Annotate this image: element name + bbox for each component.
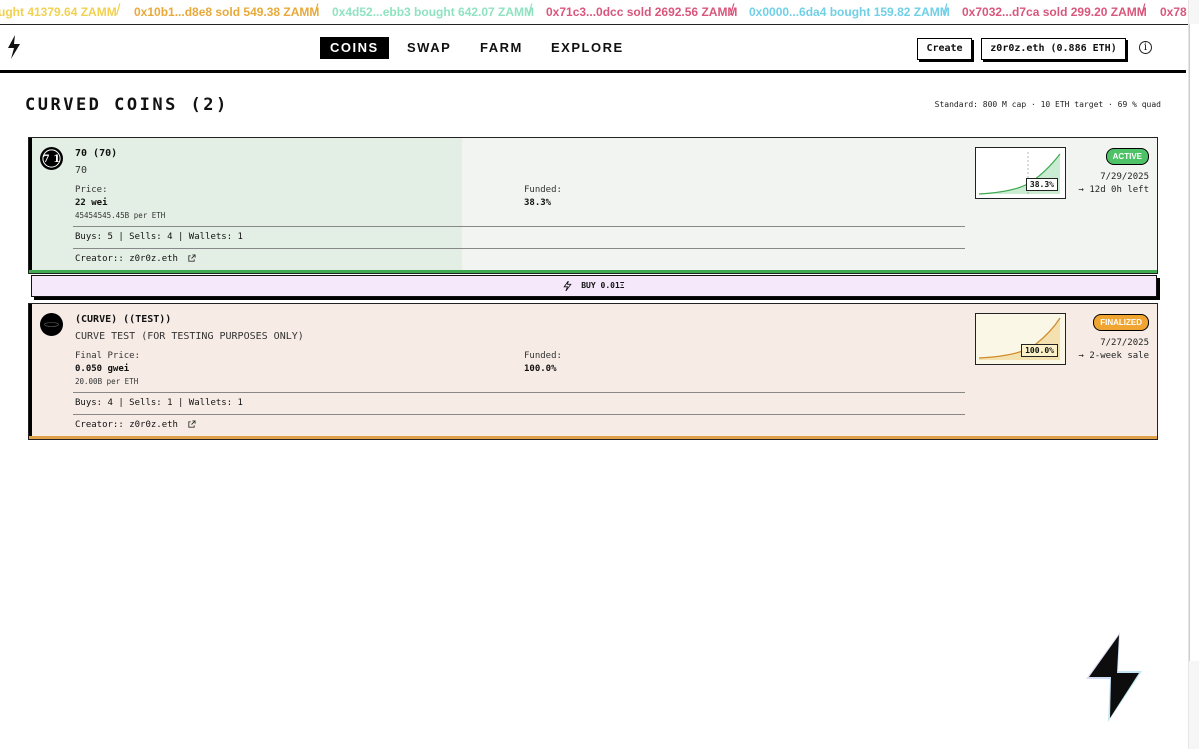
coin-card[interactable]: 7 1 70 (70) 70 Price: 22 wei 45454545.45… — [28, 137, 1158, 274]
external-link-icon[interactable] — [187, 254, 196, 263]
scrollbar-thumb[interactable] — [1189, 24, 1199, 661]
ticker-item: 0x7032...d7ca sold 299.20 ZAMM — [962, 5, 1147, 19]
status-badge: FINALIZED — [1093, 314, 1149, 331]
time-left: → 12d 0h left — [1078, 185, 1149, 195]
external-link-icon[interactable] — [187, 420, 196, 429]
create-button[interactable]: Create — [917, 38, 972, 60]
ticker-item: 0x4d52...ebb3 bought 642.07 ZAMM — [332, 5, 535, 19]
price-value: 22 wei — [75, 198, 108, 208]
creator-link[interactable]: z0r0z.eth — [129, 254, 178, 264]
price-value: 0.050 gwei — [75, 364, 130, 374]
price-label: Price: — [75, 185, 108, 195]
funded-label: Funded: — [524, 185, 562, 195]
ticker-separator: / — [943, 2, 948, 19]
time-left: → 2-week sale — [1078, 351, 1149, 361]
coin-name[interactable]: (CURVE) ((TEST)) — [75, 314, 171, 325]
funded-value: 100.0% — [524, 364, 557, 374]
ticker-item: ught 41379.64 ZAMM — [0, 5, 117, 19]
creator-label: Creator:: — [75, 420, 124, 430]
tab-explore[interactable]: EXPLORE — [551, 37, 624, 59]
bonding-curve-chart: 38.3% — [975, 147, 1066, 199]
chart-percent: 38.3% — [1025, 178, 1058, 191]
status-badge: ACTIVE — [1105, 148, 1149, 165]
card-accent — [29, 138, 32, 273]
price-per-eth: 20.00B per ETH — [75, 377, 139, 386]
ticker-separator: / — [116, 2, 121, 19]
price-label: Final Price: — [75, 351, 141, 361]
divider — [73, 392, 965, 393]
ticker-separator: / — [730, 2, 735, 19]
created-date: 7/29/2025 — [1100, 172, 1149, 182]
ticker-separator: / — [314, 2, 319, 19]
trade-stats: Buys: 5 | Sells: 4 | Wallets: 1 — [75, 232, 243, 242]
creator-row: Creator:: z0r0z.eth — [75, 420, 196, 430]
standard-note: Standard: 800 M cap · 10 ETH target · 69… — [934, 100, 1161, 109]
avatar — [40, 313, 63, 336]
bolt-icon — [563, 280, 573, 291]
buy-button[interactable]: BUY 0.01Ξ — [31, 275, 1157, 297]
coin-description: CURVE TEST (FOR TESTING PURPOSES ONLY) — [75, 331, 304, 342]
ticker-item: 0x0000...6da4 bought 159.82 ZAMM — [749, 5, 950, 19]
coin-name[interactable]: 70 (70) — [75, 148, 117, 159]
decorative-logo — [1086, 632, 1142, 722]
price-per-eth: 45454545.45B per ETH — [75, 211, 166, 220]
card-accent-bottom — [29, 270, 1157, 273]
tab-coins[interactable]: COINS — [320, 37, 389, 59]
funded-label: Funded: — [524, 351, 562, 361]
scrollbar[interactable] — [1188, 0, 1199, 749]
tab-farm[interactable]: FARM — [480, 37, 523, 59]
creator-row: Creator:: z0r0z.eth — [75, 254, 196, 264]
creator-link[interactable]: z0r0z.eth — [129, 420, 178, 430]
avatar: 7 1 — [40, 147, 63, 170]
card-accent — [29, 304, 32, 439]
tab-swap[interactable]: SWAP — [407, 37, 451, 59]
account-button[interactable]: z0r0z.eth (0.886 ETH) — [981, 38, 1126, 60]
creator-label: Creator:: — [75, 254, 124, 264]
funded-value: 38.3% — [524, 198, 552, 208]
coin-description: 70 — [75, 165, 88, 176]
bonding-curve-chart: 100.0% — [975, 313, 1066, 365]
divider — [73, 226, 965, 227]
card-accent-bottom — [29, 436, 1157, 439]
ticker-separator: / — [1141, 2, 1146, 19]
divider — [73, 414, 965, 415]
info-icon[interactable]: i — [1139, 41, 1152, 54]
divider — [73, 248, 965, 249]
page-title: CURVED COINS (2) — [25, 95, 229, 115]
ticker-separator: / — [528, 2, 533, 19]
ticker-item: 0x10b1...d8e8 sold 549.38 ZAMM — [134, 5, 320, 19]
activity-ticker: ught 41379.64 ZAMM / 0x10b1...d8e8 sold … — [0, 0, 1188, 25]
chart-percent: 100.0% — [1021, 344, 1058, 357]
trade-stats: Buys: 4 | Sells: 1 | Wallets: 1 — [75, 398, 243, 408]
buy-label: BUY 0.01Ξ — [581, 281, 625, 290]
coin-card[interactable]: (CURVE) ((TEST)) CURVE TEST (FOR TESTING… — [28, 303, 1158, 440]
created-date: 7/27/2025 — [1100, 338, 1149, 348]
ticker-item: 0x78 — [1160, 5, 1187, 19]
ticker-item: 0x71c3...0dcc sold 2692.56 ZAMM — [546, 5, 738, 19]
avatar-glyph: 7 1 — [43, 154, 60, 165]
header-divider — [0, 70, 1186, 73]
